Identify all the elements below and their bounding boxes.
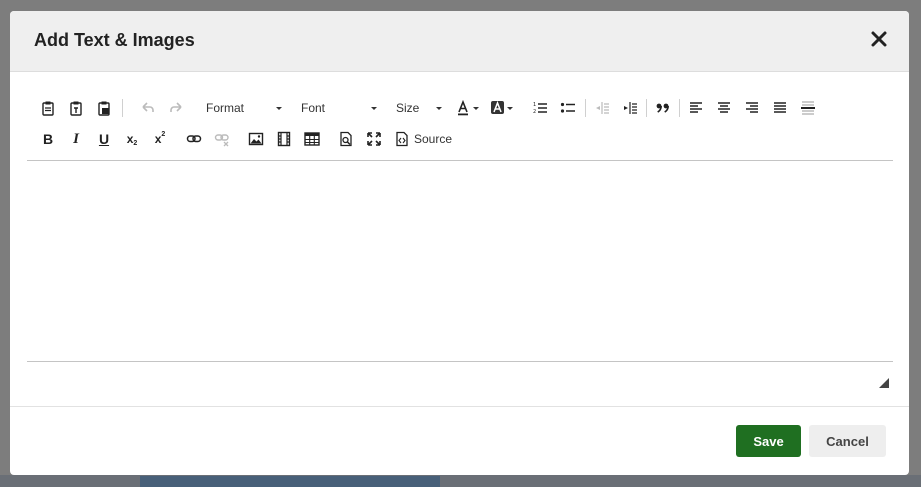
background-color-icon[interactable]	[489, 97, 517, 119]
redo-icon[interactable]	[165, 97, 187, 119]
dialog-header: Add Text & Images	[10, 11, 909, 72]
size-label: Size	[396, 101, 420, 115]
editor-bottom-divider	[27, 361, 893, 362]
superscript-button[interactable]: x2	[149, 128, 171, 150]
font-dropdown[interactable]: Font	[301, 97, 377, 119]
preview-icon[interactable]	[335, 128, 357, 150]
text-color-icon[interactable]	[455, 97, 483, 119]
paste-word-icon[interactable]	[93, 97, 115, 119]
rich-text-editor: Format Font Size 12 B I U x 2 x 2 Source	[27, 87, 893, 388]
align-left-icon[interactable]	[685, 97, 707, 119]
chevron-down-icon	[371, 106, 377, 110]
add-text-images-dialog: Add Text & Images Format Font Size 1 2 B…	[10, 11, 909, 475]
chevron-down-icon	[276, 106, 282, 110]
format-dropdown[interactable]: Format	[206, 97, 282, 119]
align-right-icon[interactable]	[741, 97, 763, 119]
italic-button[interactable]: I	[65, 128, 87, 150]
chevron-down-icon	[436, 106, 442, 110]
format-label: Format	[206, 101, 245, 115]
toolbar-separator	[122, 99, 123, 117]
subscript-label: x	[126, 132, 134, 146]
maximize-icon[interactable]	[363, 128, 385, 150]
editor-toolbar: Format Font Size 12 B I U x 2 x 2 Source	[27, 87, 893, 159]
page-backdrop-strip	[140, 476, 440, 487]
source-label: Source	[414, 132, 453, 146]
horizontal-line-icon[interactable]	[797, 97, 819, 119]
resize-handle-icon[interactable]	[879, 375, 889, 388]
link-icon[interactable]	[183, 128, 205, 150]
footer-divider	[10, 406, 909, 407]
unlink-icon[interactable]	[211, 128, 233, 150]
bold-button[interactable]: B	[37, 128, 59, 150]
table-icon[interactable]	[301, 128, 323, 150]
undo-icon[interactable]	[137, 97, 159, 119]
svg-text:2: 2	[533, 109, 536, 115]
justify-icon[interactable]	[769, 97, 791, 119]
paste-icon[interactable]	[37, 97, 59, 119]
toolbar-separator	[585, 99, 586, 117]
subscript-button[interactable]: x2	[121, 128, 143, 150]
editor-content-area[interactable]	[27, 161, 893, 361]
align-center-icon[interactable]	[713, 97, 735, 119]
svg-text:1: 1	[533, 102, 536, 108]
increase-indent-icon[interactable]	[619, 97, 641, 119]
size-dropdown[interactable]: Size	[396, 97, 442, 119]
source-icon	[395, 131, 409, 147]
paste-text-icon[interactable]	[65, 97, 87, 119]
save-button[interactable]: Save	[736, 425, 801, 457]
video-icon[interactable]	[273, 128, 295, 150]
blockquote-icon[interactable]	[652, 97, 674, 119]
page-backdrop	[0, 475, 921, 487]
toolbar-separator	[679, 99, 680, 117]
bulleted-list-icon[interactable]	[557, 97, 579, 119]
superscript-label: x	[154, 132, 162, 146]
close-icon[interactable]	[869, 29, 889, 49]
dialog-title: Add Text & Images	[34, 30, 195, 50]
font-label: Font	[301, 101, 326, 115]
cancel-button[interactable]: Cancel	[809, 425, 886, 457]
toolbar-separator	[646, 99, 647, 117]
decrease-indent-icon[interactable]	[591, 97, 613, 119]
source-button[interactable]: Source	[395, 128, 452, 150]
numbered-list-icon[interactable]: 12	[529, 97, 551, 119]
underline-button[interactable]: U	[93, 128, 115, 150]
image-icon[interactable]	[245, 128, 267, 150]
